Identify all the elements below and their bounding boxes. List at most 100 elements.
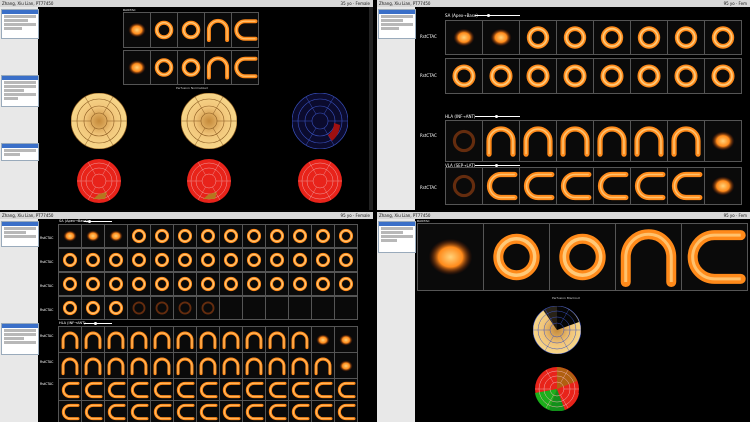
slice-tile[interactable] — [311, 272, 335, 296]
segment-score-map[interactable] — [298, 159, 342, 207]
slice-tile[interactable] — [519, 58, 557, 94]
slice-tile[interactable] — [334, 296, 358, 320]
slice-tile[interactable] — [150, 272, 174, 296]
slice-tile[interactable] — [242, 272, 266, 296]
slice-tile[interactable] — [288, 400, 312, 422]
slice-tile[interactable] — [265, 400, 289, 422]
large-slice-tile[interactable] — [681, 223, 748, 291]
slice-tile[interactable] — [288, 352, 312, 380]
series-list[interactable] — [1, 75, 39, 107]
slice-tile[interactable] — [519, 20, 557, 55]
slice-slider[interactable] — [475, 164, 520, 167]
slice-tile[interactable] — [58, 352, 82, 380]
slice-tile[interactable] — [265, 248, 289, 272]
slice-tile[interactable] — [150, 400, 174, 422]
slice-tile[interactable] — [242, 248, 266, 272]
study-list[interactable] — [378, 221, 416, 253]
slice-tile[interactable] — [81, 400, 105, 422]
slice-tile[interactable] — [630, 167, 668, 205]
slice-tile[interactable] — [556, 20, 594, 55]
slice-tile[interactable] — [334, 400, 358, 422]
perfusion-polar-map[interactable] — [70, 92, 128, 153]
segment-score-map[interactable] — [535, 367, 579, 415]
slice-tile[interactable] — [219, 352, 243, 380]
slice-tile[interactable] — [704, 120, 742, 162]
slice-tile[interactable] — [593, 20, 631, 55]
slice-tile[interactable] — [519, 120, 557, 162]
slice-tile[interactable] — [667, 58, 705, 94]
slice-tile[interactable] — [630, 120, 668, 162]
slice-tile[interactable] — [242, 224, 266, 248]
slice-tile[interactable] — [127, 378, 151, 402]
slice-tile[interactable] — [482, 58, 520, 94]
slice-tile[interactable] — [593, 167, 631, 205]
perfusion-polar-map[interactable] — [180, 92, 238, 153]
slice-tile[interactable] — [173, 224, 197, 248]
slice-tile[interactable] — [173, 296, 197, 320]
slice-tile[interactable] — [288, 272, 312, 296]
slice-tile[interactable] — [127, 272, 151, 296]
large-slice-tile[interactable] — [615, 223, 682, 291]
slice-tile[interactable] — [219, 272, 243, 296]
slice-tile[interactable] — [242, 352, 266, 380]
slice-slider[interactable] — [84, 322, 112, 325]
slice-tile[interactable] — [334, 352, 358, 380]
slice-tile[interactable] — [704, 167, 742, 205]
thumbnail-tile[interactable] — [177, 12, 205, 48]
slice-tile[interactable] — [150, 296, 174, 320]
thumbnail-tile[interactable] — [231, 12, 259, 48]
slice-tile[interactable] — [334, 248, 358, 272]
slice-tile[interactable] — [667, 120, 705, 162]
slice-tile[interactable] — [445, 20, 483, 55]
slice-tile[interactable] — [556, 120, 594, 162]
slice-tile[interactable] — [556, 58, 594, 94]
thumbnail-tile[interactable] — [231, 50, 259, 85]
slice-tile[interactable] — [630, 58, 668, 94]
slice-tile[interactable] — [196, 326, 220, 354]
slice-tile[interactable] — [265, 224, 289, 248]
options-list[interactable] — [1, 143, 39, 161]
slice-tile[interactable] — [173, 248, 197, 272]
slice-tile[interactable] — [288, 296, 312, 320]
slice-tile[interactable] — [556, 167, 594, 205]
slice-tile[interactable] — [334, 224, 358, 248]
slice-tile[interactable] — [173, 352, 197, 380]
slice-tile[interactable] — [58, 296, 82, 320]
slice-tile[interactable] — [81, 248, 105, 272]
slice-tile[interactable] — [173, 272, 197, 296]
slice-tile[interactable] — [150, 352, 174, 380]
slice-tile[interactable] — [242, 296, 266, 320]
slice-tile[interactable] — [219, 378, 243, 402]
slice-tile[interactable] — [81, 352, 105, 380]
slice-tile[interactable] — [334, 378, 358, 402]
blackout-polar-map[interactable] — [291, 92, 349, 153]
slice-tile[interactable] — [127, 224, 151, 248]
slice-tile[interactable] — [311, 248, 335, 272]
slice-tile[interactable] — [219, 400, 243, 422]
slice-tile[interactable] — [104, 224, 128, 248]
perfusion-polar-map[interactable] — [532, 305, 582, 358]
study-list[interactable] — [1, 9, 39, 39]
slice-tile[interactable] — [104, 326, 128, 354]
slice-tile[interactable] — [704, 20, 742, 55]
slice-tile[interactable] — [445, 58, 483, 94]
thumbnail-tile[interactable] — [204, 12, 232, 48]
slice-tile[interactable] — [150, 326, 174, 354]
slice-tile[interactable] — [196, 272, 220, 296]
slice-tile[interactable] — [242, 400, 266, 422]
slice-tile[interactable] — [81, 224, 105, 248]
slice-tile[interactable] — [127, 326, 151, 354]
slice-tile[interactable] — [127, 352, 151, 380]
slice-tile[interactable] — [104, 352, 128, 380]
slice-tile[interactable] — [58, 224, 82, 248]
slice-tile[interactable] — [58, 378, 82, 402]
slice-tile[interactable] — [58, 272, 82, 296]
thumbnail-tile[interactable] — [177, 50, 205, 85]
slice-tile[interactable] — [196, 378, 220, 402]
slice-tile[interactable] — [288, 326, 312, 354]
slice-tile[interactable] — [81, 272, 105, 296]
slice-tile[interactable] — [58, 248, 82, 272]
slice-tile[interactable] — [219, 248, 243, 272]
slice-tile[interactable] — [173, 326, 197, 354]
slice-tile[interactable] — [242, 378, 266, 402]
